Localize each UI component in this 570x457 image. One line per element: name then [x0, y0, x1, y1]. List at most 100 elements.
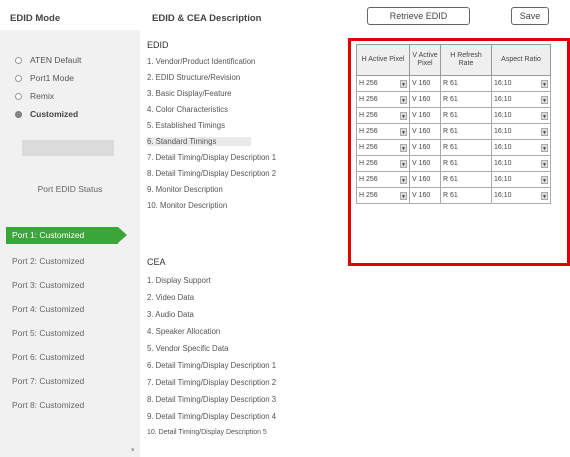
table-cell: R 61 [440, 107, 492, 124]
table-cell[interactable]: 16:10 ▼ [491, 187, 551, 204]
table-cell[interactable]: 16:10 ▼ [491, 107, 551, 124]
mode-option-remix[interactable]: Remix [15, 91, 54, 101]
dropdown-arrow-icon[interactable]: ▼ [400, 95, 407, 104]
cell-value: V 160 [412, 144, 431, 151]
table-cell[interactable]: 16:10 ▼ [491, 155, 551, 172]
edid-item-1[interactable]: 1. Vendor/Product Identification [147, 57, 255, 66]
radio-icon[interactable] [15, 92, 22, 100]
table-cell: V 160 [409, 75, 441, 92]
table-cell[interactable]: H 256 ▼ [356, 91, 410, 108]
table-cell: V 160 [409, 107, 441, 124]
mode-option-customized[interactable]: Customized [15, 109, 78, 119]
dropdown-arrow-icon[interactable]: ▼ [400, 111, 407, 120]
cell-value: R 61 [443, 128, 458, 135]
dropdown-arrow-icon[interactable]: ▼ [400, 159, 407, 168]
dropdown-arrow-icon[interactable]: ▼ [400, 127, 407, 136]
save-button[interactable]: Save [511, 7, 549, 25]
dropdown-arrow-icon[interactable]: ▼ [541, 159, 548, 168]
column-header-h-active: H Active Pixel [356, 44, 410, 76]
table-cell: V 160 [409, 91, 441, 108]
edid-item-4[interactable]: 4. Color Characteristics [147, 105, 228, 114]
cea-item-7[interactable]: 7. Detail Timing/Display Description 2 [147, 378, 276, 387]
table-cell[interactable]: 16:10 ▼ [491, 171, 551, 188]
dropdown-arrow-icon[interactable]: ▼ [400, 191, 407, 200]
port-item-1[interactable]: Port 1: Customized [6, 227, 127, 244]
table-cell[interactable]: H 256 ▼ [356, 123, 410, 140]
radio-selected-icon[interactable] [15, 110, 22, 118]
table-row: H 256 ▼ V 160 R 61 16:10 ▼ [356, 139, 551, 156]
port-item-7[interactable]: Port 7: Customized [12, 376, 84, 386]
scroll-down-icon[interactable]: ▾ [131, 446, 135, 454]
port-item-6[interactable]: Port 6: Customized [12, 352, 84, 362]
port-item-8[interactable]: Port 8: Customized [12, 400, 84, 410]
cell-value: 16:10 [494, 192, 512, 199]
cea-item-2[interactable]: 2. Video Data [147, 293, 194, 302]
edid-item-9[interactable]: 9. Monitor Description [147, 185, 223, 194]
mode-option-port1-mode[interactable]: Port1 Mode [15, 73, 74, 83]
dropdown-arrow-icon[interactable]: ▼ [400, 143, 407, 152]
cea-item-4[interactable]: 4. Speaker Allocation [147, 327, 220, 336]
table-row: H 256 ▼ V 160 R 61 16:10 ▼ [356, 155, 551, 172]
cea-item-10[interactable]: 10. Detail Timing/Display Description 5 [147, 429, 267, 436]
radio-icon[interactable] [15, 74, 22, 82]
edid-item-5[interactable]: 5. Established Timings [147, 121, 225, 130]
table-cell[interactable]: 16:10 ▼ [491, 75, 551, 92]
cell-value: V 160 [412, 96, 431, 103]
dropdown-arrow-icon[interactable]: ▼ [541, 127, 548, 136]
mode-option-aten-default[interactable]: ATEN Default [15, 55, 81, 65]
mode-detail-bar [22, 140, 114, 156]
cea-section-title: CEA [147, 257, 166, 267]
cell-value: 16:10 [494, 144, 512, 151]
table-cell[interactable]: H 256 ▼ [356, 139, 410, 156]
dropdown-arrow-icon[interactable]: ▼ [541, 111, 548, 120]
table-cell[interactable]: 16:10 ▼ [491, 91, 551, 108]
dropdown-arrow-icon[interactable]: ▼ [541, 79, 548, 88]
edid-item-3[interactable]: 3. Basic Display/Feature [147, 89, 232, 98]
port-item-5[interactable]: Port 5: Customized [12, 328, 84, 338]
table-cell: R 61 [440, 139, 492, 156]
cea-item-3[interactable]: 3. Audio Data [147, 310, 194, 319]
cell-value: R 61 [443, 96, 458, 103]
column-header-h-refresh: H Refresh Rate [440, 44, 492, 76]
table-cell: V 160 [409, 123, 441, 140]
edid-item-10[interactable]: 10. Monitor Description [147, 201, 227, 210]
edid-item-2[interactable]: 2. EDID Structure/Revision [147, 73, 240, 82]
table-cell[interactable]: H 256 ▼ [356, 171, 410, 188]
edid-item-6[interactable]: 6. Standard Timings [147, 137, 251, 146]
table-cell[interactable]: 16:10 ▼ [491, 139, 551, 156]
dropdown-arrow-icon[interactable]: ▼ [541, 95, 548, 104]
table-cell[interactable]: H 256 ▼ [356, 75, 410, 92]
edid-item-7[interactable]: 7. Detail Timing/Display Description 1 [147, 153, 276, 162]
table-cell[interactable]: 16:10 ▼ [491, 123, 551, 140]
port-item-4[interactable]: Port 4: Customized [12, 304, 84, 314]
table-cell[interactable]: H 256 ▼ [356, 107, 410, 124]
table-row: H 256 ▼ V 160 R 61 16:10 ▼ [356, 75, 551, 92]
radio-icon[interactable] [15, 56, 22, 64]
table-cell[interactable]: H 256 ▼ [356, 187, 410, 204]
table-cell[interactable]: H 256 ▼ [356, 155, 410, 172]
dropdown-arrow-icon[interactable]: ▼ [541, 143, 548, 152]
dropdown-arrow-icon[interactable]: ▼ [400, 175, 407, 184]
dropdown-arrow-icon[interactable]: ▼ [541, 191, 548, 200]
edid-item-8[interactable]: 8. Detail Timing/Display Description 2 [147, 169, 276, 178]
cea-item-6[interactable]: 6. Detail Timing/Display Description 1 [147, 361, 276, 370]
column-header-v-active: V Active Pixel [409, 44, 441, 76]
table-row: H 256 ▼ V 160 R 61 16:10 ▼ [356, 123, 551, 140]
table-cell: R 61 [440, 171, 492, 188]
cea-item-1[interactable]: 1. Display Support [147, 276, 211, 285]
edid-cea-description-heading: EDID & CEA Description [152, 13, 262, 24]
edid-section-title: EDID [147, 40, 169, 50]
table-cell: V 160 [409, 171, 441, 188]
retrieve-edid-button[interactable]: Retrieve EDID [367, 7, 470, 25]
cea-item-8[interactable]: 8. Detail Timing/Display Description 3 [147, 395, 276, 404]
table-row: H 256 ▼ V 160 R 61 16:10 ▼ [356, 171, 551, 188]
port-item-3[interactable]: Port 3: Customized [12, 280, 84, 290]
dropdown-arrow-icon[interactable]: ▼ [541, 175, 548, 184]
cea-item-9[interactable]: 9. Detail Timing/Display Description 4 [147, 412, 276, 421]
cea-item-5[interactable]: 5. Vendor Specific Data [147, 344, 228, 353]
cell-value: 16:10 [494, 128, 512, 135]
cell-value: 16:10 [494, 96, 512, 103]
dropdown-arrow-icon[interactable]: ▼ [400, 79, 407, 88]
port-item-2[interactable]: Port 2: Customized [12, 256, 84, 266]
cell-value: H 256 [359, 144, 378, 151]
